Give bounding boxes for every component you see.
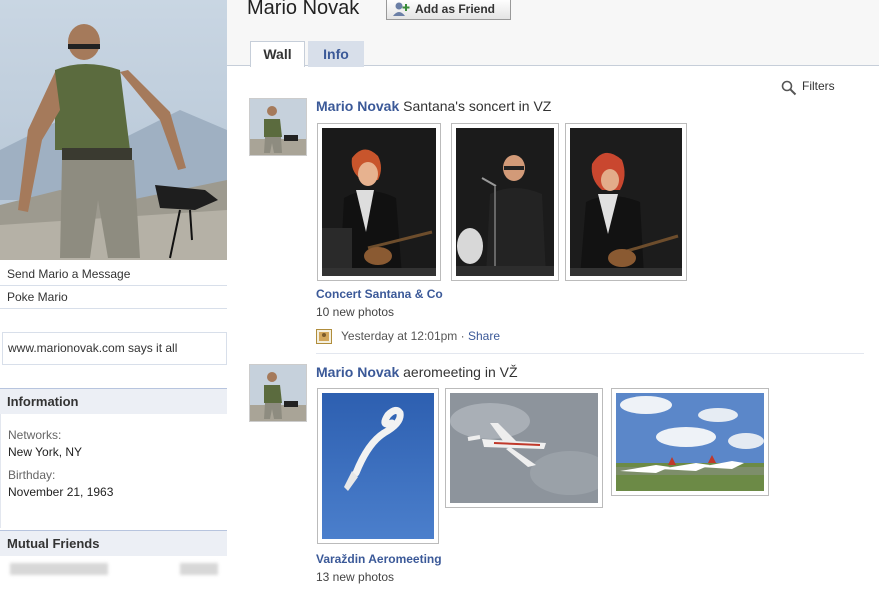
add-friend-icon [393, 1, 411, 17]
add-friend-button[interactable]: Add as Friend [386, 0, 511, 20]
share-link[interactable]: Share [468, 329, 500, 343]
search-icon [781, 80, 797, 96]
photo-thumbnail[interactable] [317, 388, 439, 544]
photo-album-icon [316, 329, 332, 344]
post-title: Mario Novak aeromeeting in VŽ [316, 364, 518, 380]
birthday-label: Birthday: [8, 468, 56, 482]
profile-picture[interactable] [0, 0, 227, 260]
post-avatar[interactable] [249, 364, 307, 422]
mutual-friends-header: Mutual Friends [0, 530, 227, 556]
post-text: aeromeeting in VŽ [403, 364, 518, 380]
post-actor-link[interactable]: Mario Novak [316, 364, 399, 380]
add-friend-label: Add as Friend [415, 2, 496, 16]
photo-thumbnail[interactable] [317, 123, 441, 281]
filters-label: Filters [802, 79, 835, 93]
birthday-value: November 21, 1963 [8, 485, 114, 499]
send-message-link[interactable]: Send Mario a Message [0, 263, 227, 286]
post-meta: Yesterday at 12:01pm · Share [316, 329, 500, 344]
photo-count: 13 new photos [316, 570, 395, 584]
networks-label: Networks: [8, 428, 62, 442]
photo-thumbnail[interactable] [611, 388, 769, 496]
website-text: www.marionovak.com says it all [2, 332, 227, 365]
post-divider [316, 353, 864, 354]
information-section: Networks: New York, NY Birthday: Novembe… [0, 414, 227, 528]
tab-info[interactable]: Info [308, 41, 364, 67]
photo-count: 10 new photos [316, 305, 395, 319]
poke-link[interactable]: Poke Mario [0, 286, 227, 309]
post-avatar[interactable] [249, 98, 307, 156]
tab-wall[interactable]: Wall [250, 41, 305, 67]
post-actor-link[interactable]: Mario Novak [316, 98, 399, 114]
main-column: Mario Novak Add as Friend Wall Info Filt… [227, 0, 890, 602]
mutual-friend-name-blurred[interactable] [10, 563, 108, 575]
left-column: Send Mario a Message Poke Mario www.mari… [0, 0, 227, 602]
meta-separator: · [457, 329, 468, 343]
album-link[interactable]: Concert Santana & Co [316, 287, 443, 301]
mutual-friend-name-blurred[interactable] [180, 563, 218, 575]
profile-name: Mario Novak [247, 0, 360, 19]
album-link[interactable]: Varaždin Aeromeeting [316, 552, 442, 566]
networks-value[interactable]: New York, NY [8, 445, 82, 459]
photo-thumbnail[interactable] [451, 123, 559, 281]
photo-thumbnail[interactable] [565, 123, 687, 281]
post-title: Mario Novak Santana's soncert in VZ [316, 98, 551, 114]
photo-thumbnail[interactable] [445, 388, 603, 508]
post-timestamp[interactable]: Yesterday at 12:01pm [341, 329, 457, 343]
information-header: Information [0, 388, 227, 414]
post-text: Santana's soncert in VZ [403, 98, 552, 114]
filters-link[interactable]: Filters [781, 79, 835, 96]
